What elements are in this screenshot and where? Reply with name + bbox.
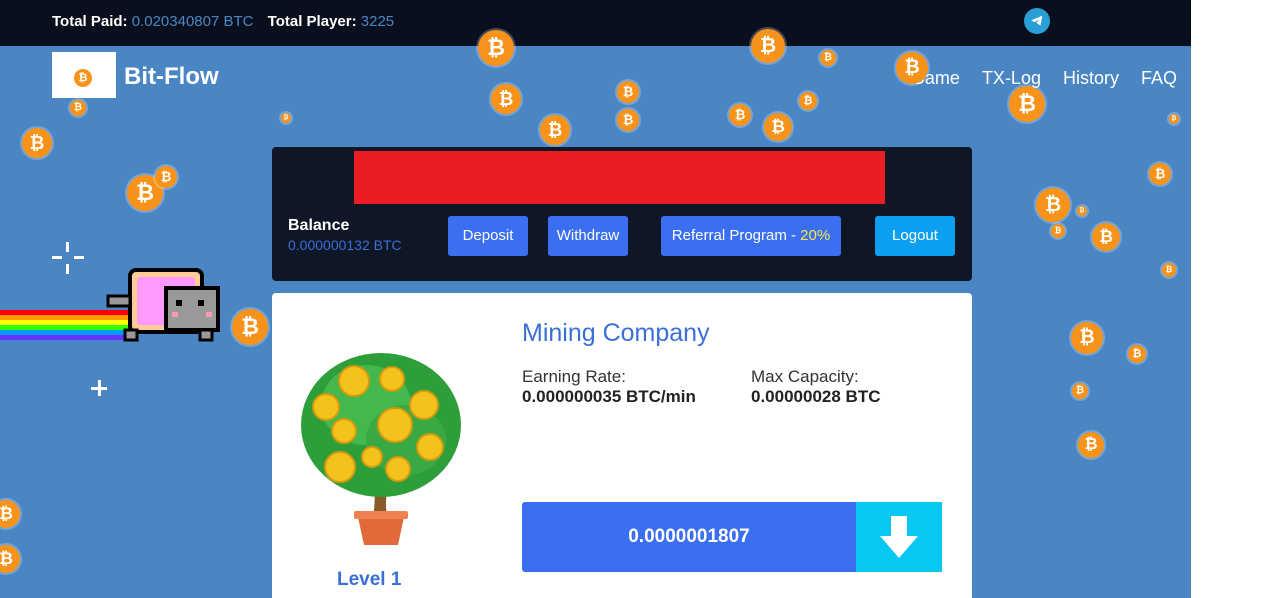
nav-faq[interactable]: FAQ: [1141, 68, 1177, 89]
balance-display: Balance 0.000000132 BTC: [288, 217, 402, 253]
company-title: Mining Company: [522, 319, 710, 347]
bitcoin-coin-icon: ₿: [764, 113, 792, 141]
bitcoin-coin-icon: ₿: [751, 29, 785, 63]
claim-amount-button[interactable]: 0.0000001807: [522, 502, 856, 572]
withdraw-button[interactable]: Withdraw: [548, 216, 628, 256]
max-capacity-value: 0.00000028 BTC: [751, 387, 881, 406]
earning-rate-label: Earning Rate:: [522, 367, 626, 386]
earning-rate: Earning Rate: 0.000000035 BTC/min: [522, 367, 696, 407]
main-nav: Game TX-Log History FAQ: [911, 68, 1177, 89]
bitcoin-coin-icon: ₿: [540, 115, 570, 145]
max-capacity: Max Capacity: 0.00000028 BTC: [751, 367, 880, 407]
bitcoin-coin-icon: ₿: [1162, 263, 1176, 277]
balance-label: Balance: [288, 217, 350, 234]
bitcoin-coin-icon: ₿: [1092, 223, 1120, 251]
deposit-button[interactable]: Deposit: [448, 216, 528, 256]
top-stats-bar: Total Paid: 0.020340807 BTC Total Player…: [0, 0, 1191, 46]
account-panel: Balance 0.000000132 BTC Deposit Withdraw…: [272, 147, 972, 281]
logout-button[interactable]: Logout: [875, 216, 955, 256]
sparkle-icon: [52, 242, 84, 274]
bitcoin-coin-icon: ₿: [1036, 188, 1070, 222]
game-page: Total Paid: 0.020340807 BTC Total Player…: [0, 0, 1191, 598]
bitcoin-coin-icon: ₿: [1071, 322, 1103, 354]
money-tree-icon: [301, 353, 461, 545]
referral-program-button[interactable]: Referral Program - 20%: [661, 216, 841, 256]
bitcoin-coin-icon: ₿: [799, 92, 817, 110]
wallet-logo-icon: ₿: [52, 52, 116, 98]
bitcoin-coin-icon: ₿: [617, 109, 639, 131]
company-level: Level 1: [337, 569, 402, 590]
balance-value: 0.000000132 BTC: [288, 237, 402, 253]
bitcoin-coin-icon: ₿: [1149, 163, 1171, 185]
bitcoin-coin-icon: ₿: [896, 52, 928, 84]
referral-label: Referral Program -: [671, 227, 801, 244]
bitcoin-coin-icon: ₿: [22, 128, 52, 158]
nav-history[interactable]: History: [1063, 68, 1119, 89]
total-paid-label: Total Paid:: [52, 13, 128, 30]
telegram-icon[interactable]: [1024, 8, 1050, 34]
bitcoin-coin-icon: ₿: [0, 500, 20, 528]
bitcoin-coin-icon: ₿: [729, 104, 751, 126]
redacted-banner: [354, 151, 885, 204]
bitcoin-coin-icon: ₿: [0, 545, 20, 573]
total-paid-value: 0.020340807 BTC: [131, 13, 254, 30]
bitcoin-coin-icon: ₿: [1077, 206, 1087, 216]
bitcoin-coin-icon: ₿: [478, 30, 514, 66]
referral-percent: 20%: [800, 227, 831, 244]
bitcoin-coin-icon: ₿: [232, 309, 268, 345]
earning-rate-value: 0.000000035 BTC/min: [522, 387, 696, 406]
bitcoin-coin-icon: ₿: [491, 84, 521, 114]
nyan-cat-icon: [0, 268, 220, 342]
bitcoin-coin-icon: ₿: [820, 50, 836, 66]
total-player-value: 3225: [360, 13, 395, 30]
bitcoin-coin-icon: ₿: [70, 100, 86, 116]
brand-name: Bit-Flow: [124, 63, 219, 90]
bitcoin-coin-icon: ₿: [1051, 224, 1065, 238]
collect-button[interactable]: [856, 502, 942, 572]
bitcoin-coin-icon: ₿: [1009, 86, 1045, 122]
total-player-label: Total Player:: [267, 13, 357, 30]
site-stats: Total Paid: 0.020340807 BTC Total Player…: [52, 13, 404, 30]
bitcoin-coin-icon: ₿: [1128, 345, 1146, 363]
bitcoin-coin-icon: ₿: [1169, 114, 1179, 124]
bitcoin-icon: ₿: [74, 69, 92, 87]
bitcoin-coin-icon: ₿: [281, 113, 291, 123]
bitcoin-coin-icon: ₿: [1072, 383, 1088, 399]
mining-company-card: Level 1 Mining Company Earning Rate: 0.0…: [272, 293, 972, 598]
bitcoin-coin-icon: ₿: [617, 81, 639, 103]
sparkle-icon-small: [91, 380, 107, 396]
site-logo[interactable]: ₿ Bit-Flow: [52, 52, 219, 98]
bitcoin-coin-icon: ₿: [1078, 432, 1104, 458]
max-capacity-label: Max Capacity:: [751, 367, 859, 386]
arrow-down-icon: [880, 516, 918, 558]
bitcoin-coin-icon: ₿: [155, 166, 177, 188]
